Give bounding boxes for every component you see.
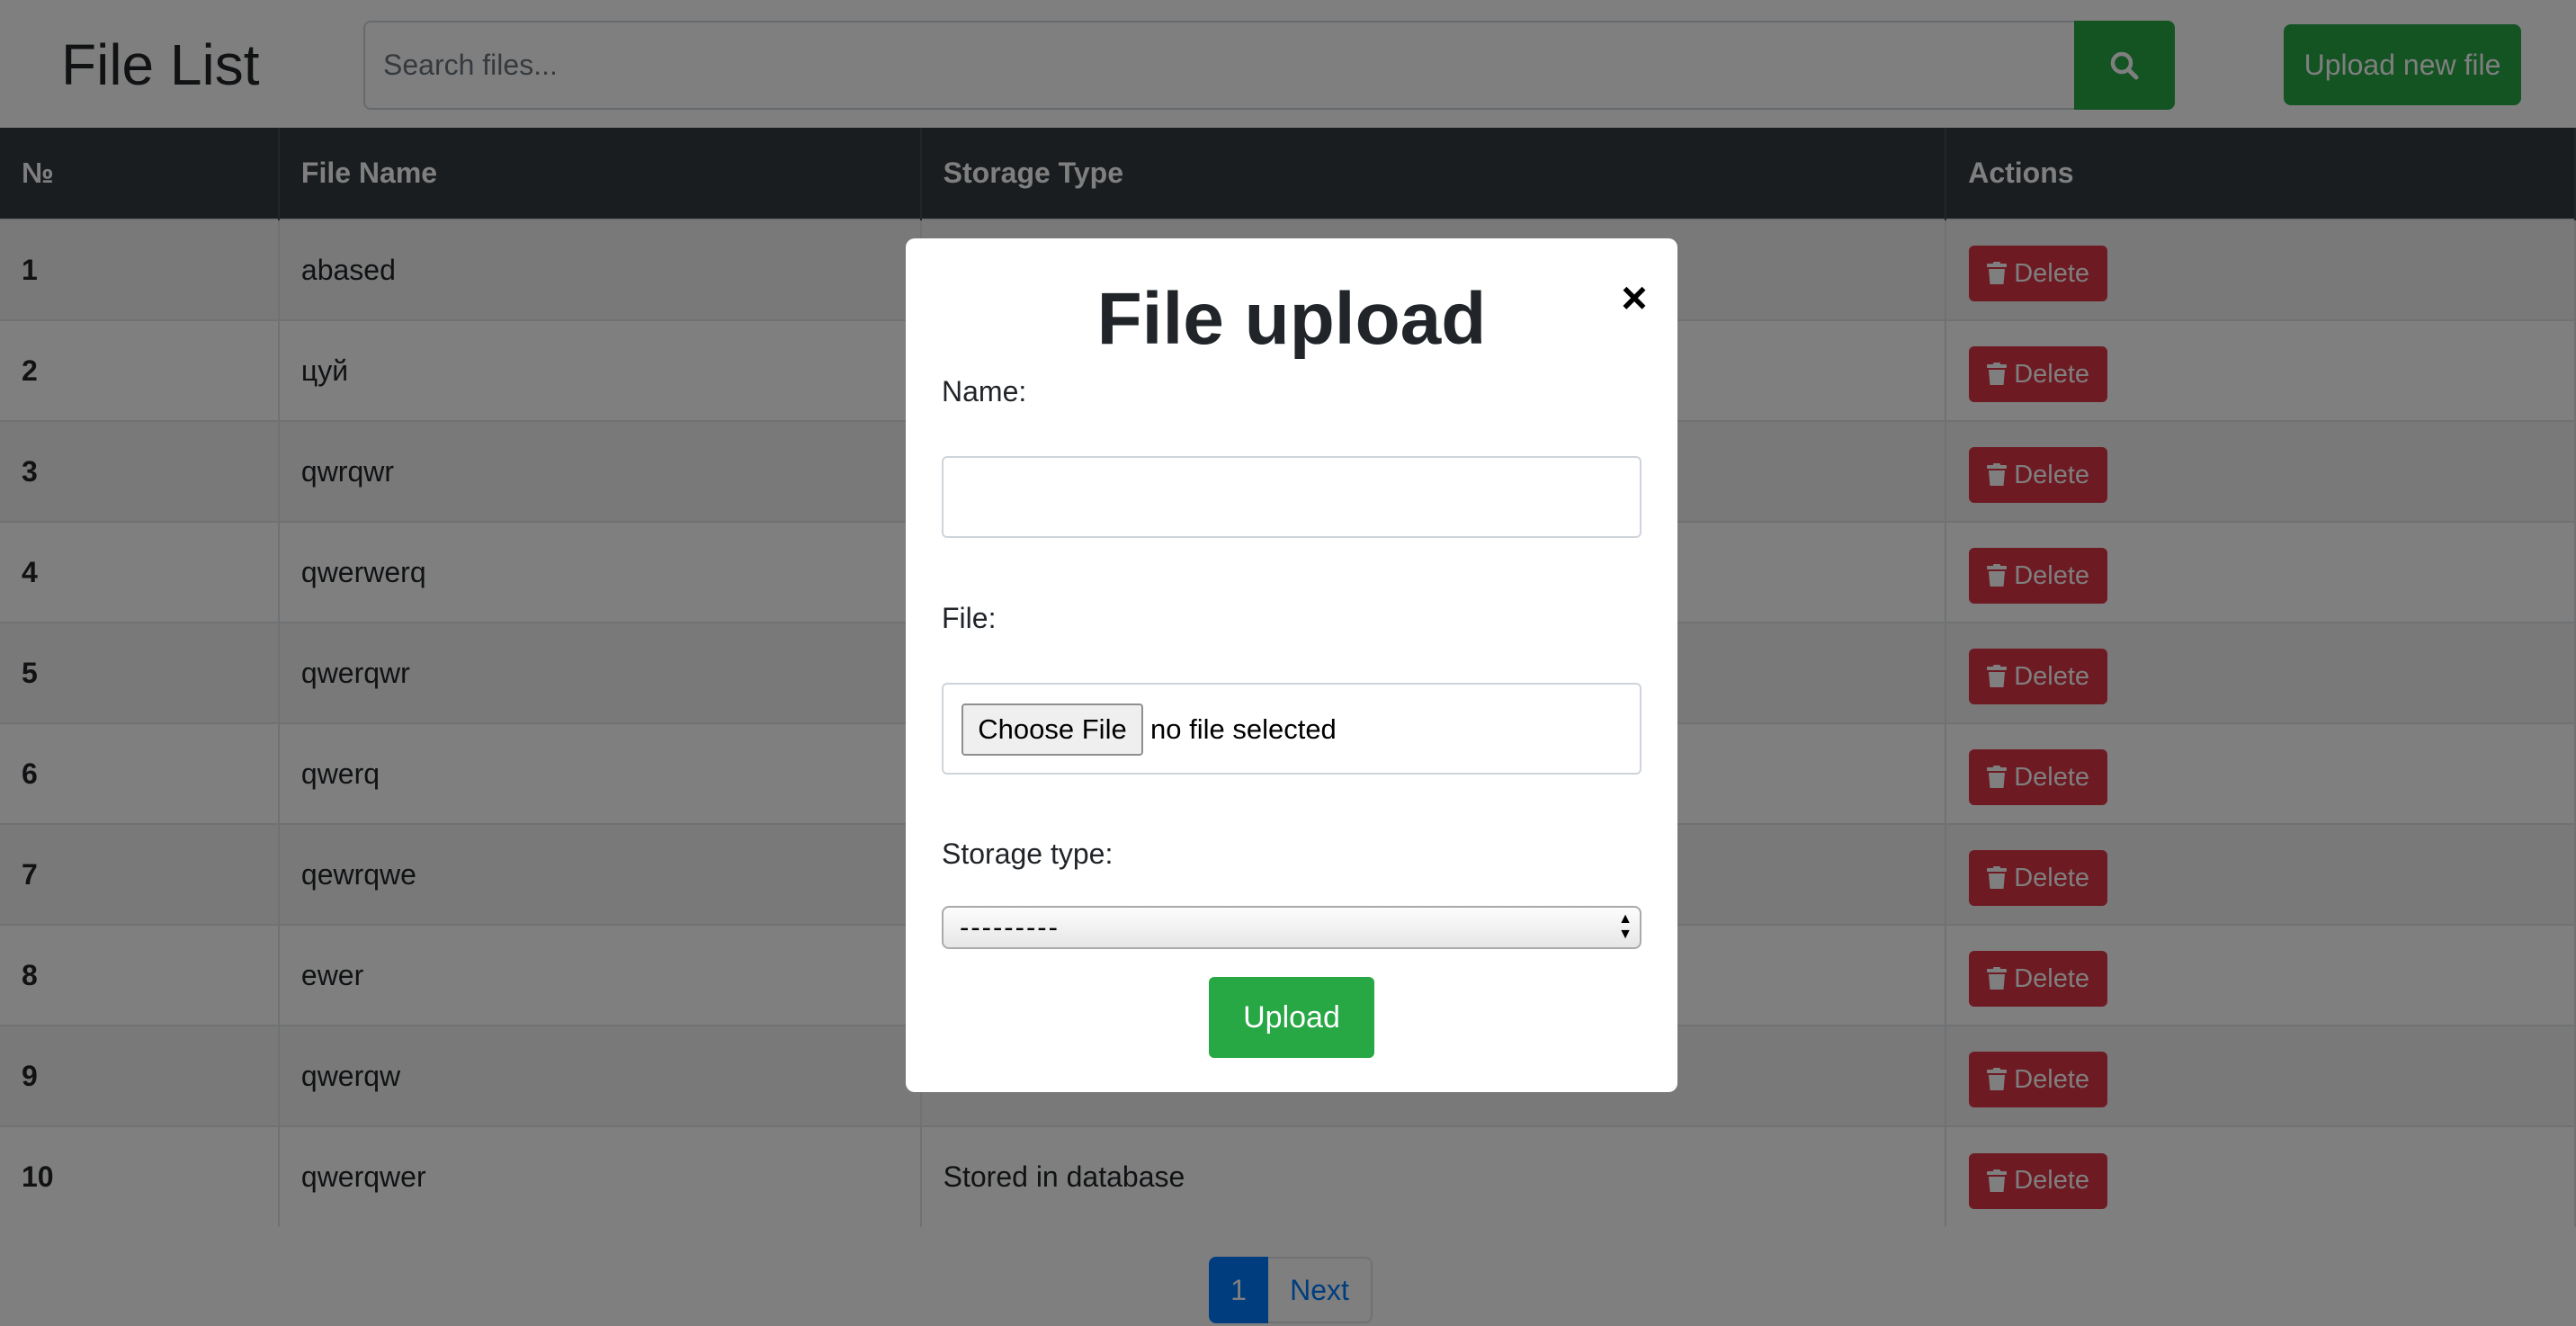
storage-type-select[interactable]: --------- ▲ ▼ xyxy=(942,906,1641,949)
choose-file-button[interactable]: Choose File xyxy=(962,703,1143,756)
file-upload-modal: File upload × Name: File: Choose File no… xyxy=(906,238,1677,1092)
file-label: File: xyxy=(942,602,997,634)
upload-button[interactable]: Upload xyxy=(1209,977,1374,1058)
name-input[interactable] xyxy=(942,456,1641,538)
file-status-text: no file selected xyxy=(1150,713,1337,745)
storage-type-label: Storage type: xyxy=(942,838,1114,870)
close-icon[interactable]: × xyxy=(1613,273,1656,323)
name-label: Name: xyxy=(942,375,1027,408)
file-input[interactable]: Choose File no file selected xyxy=(942,683,1641,775)
storage-type-selected-value: --------- xyxy=(960,911,1060,943)
select-arrows-icon: ▲ ▼ xyxy=(1618,911,1632,942)
modal-title: File upload xyxy=(1096,278,1487,360)
